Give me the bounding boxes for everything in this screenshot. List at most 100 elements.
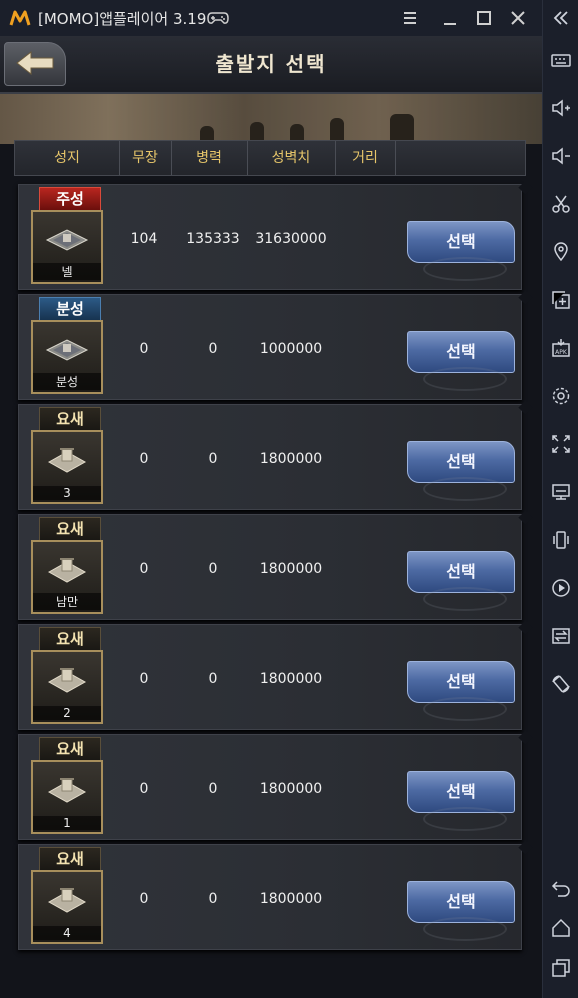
castle-name: 남만 [33,593,101,610]
rotate-icon[interactable] [551,674,571,694]
castle-thumbnail[interactable]: 넬 [31,210,103,284]
sync-icon[interactable] [551,626,571,646]
row-ornament [423,807,507,831]
fortress-icon [47,558,87,583]
close-icon[interactable] [506,6,530,30]
castle-type-badge: 주성 [39,187,101,211]
castle-thumbnail[interactable]: 2 [31,650,103,724]
header-bar: 출발지 선택 [0,36,542,94]
apk-icon[interactable]: APK [551,338,571,358]
row-ornament [423,697,507,721]
fortress-icon [47,888,87,913]
castle-thumbnail[interactable]: 3 [31,430,103,504]
emulator-sidebar: APK [542,0,578,998]
col-troops: 병력 [171,141,248,175]
row-ornament [423,477,507,501]
volume-up-icon[interactable] [551,98,571,118]
fortress-icon [47,668,87,693]
svg-text:APK: APK [555,349,568,356]
troops-value: 0 [208,671,218,687]
row-ornament [423,367,507,391]
troops-value: 135333 [186,231,240,247]
castle-type-badge: 요새 [39,847,101,871]
record-icon[interactable] [551,578,571,598]
back-icon[interactable] [551,878,571,898]
generals-value: 0 [139,671,149,687]
castle-name: 1 [33,816,101,830]
generals-value: 0 [139,891,149,907]
troops-value: 0 [208,891,218,907]
maximize-icon[interactable] [472,6,496,30]
castle-row: 분성 분성 0 0 1000000 선택 [18,294,522,400]
wall-value: 1800000 [259,891,323,907]
double-chevron-left-icon[interactable] [551,8,571,28]
troops-value: 0 [208,781,218,797]
generals-value: 104 [130,231,158,247]
wall-value: 1800000 [259,451,323,467]
add-window-icon[interactable] [551,290,571,310]
castle-type-badge: 요새 [39,407,101,431]
troops-value: 0 [208,561,218,577]
castle-list: 주성 넬 104 135333 31630000 선택 분성 분성 0 0 10… [14,180,524,952]
castle-thumbnail[interactable]: 남만 [31,540,103,614]
castle-name: 4 [33,926,101,940]
row-ornament [423,917,507,941]
fullscreen-icon[interactable] [551,434,571,454]
row-ornament [423,587,507,611]
minimize-icon[interactable] [438,6,462,30]
castle-row: 요새 남만 0 0 1800000 선택 [18,514,522,620]
scissors-icon[interactable] [551,194,571,214]
castle-type-badge: 요새 [39,517,101,541]
page-title: 출발지 선택 [215,52,327,76]
castle-icon [45,339,89,361]
generals-value: 0 [139,561,149,577]
castle-icon [45,229,89,251]
home-icon[interactable] [551,918,571,938]
col-castle: 성지 [15,141,120,175]
castle-row: 주성 넬 104 135333 31630000 선택 [18,184,522,290]
shake-icon[interactable] [551,530,571,550]
castle-name: 넬 [33,263,101,280]
castle-thumbnail[interactable]: 4 [31,870,103,944]
volume-down-icon[interactable] [551,146,571,166]
wall-value: 1800000 [259,671,323,687]
menu-icon[interactable] [398,6,422,30]
settings-icon[interactable] [551,386,571,406]
castle-row: 요새 1 0 0 1800000 선택 [18,734,522,840]
app-title: [MOMO]앱플레이어 3.19 [38,10,207,28]
emulator-titlebar: [MOMO]앱플레이어 3.19 [0,0,578,36]
generals-value: 0 [139,341,149,357]
generals-value: 0 [139,781,149,797]
location-icon[interactable] [551,242,571,262]
castle-name: 2 [33,706,101,720]
keyboard-icon[interactable] [551,50,571,70]
castle-name: 3 [33,486,101,500]
troops-value: 0 [208,451,218,467]
gamepad-icon[interactable] [207,9,229,27]
recent-apps-icon[interactable] [551,958,571,978]
castle-thumbnail[interactable]: 1 [31,760,103,834]
battle-banner-image [0,94,542,144]
castle-type-badge: 요새 [39,627,101,651]
row-ornament [423,257,507,281]
castle-type-badge: 요새 [39,737,101,761]
wall-value: 1800000 [259,561,323,577]
momo-logo-icon [9,10,31,26]
generals-value: 0 [139,451,149,467]
screen-icon[interactable] [551,482,571,502]
fortress-icon [47,448,87,473]
wall-value: 31630000 [255,231,327,247]
castle-name: 분성 [33,373,101,390]
fortress-icon [47,778,87,803]
castle-row: 요새 4 0 0 1800000 선택 [18,844,522,950]
col-wall: 성벽치 [247,141,336,175]
troops-value: 0 [208,341,218,357]
wall-value: 1000000 [259,341,323,357]
castle-thumbnail[interactable]: 분성 [31,320,103,394]
col-distance: 거리 [335,141,396,175]
wall-value: 1800000 [259,781,323,797]
col-generals: 무장 [119,141,172,175]
game-screen: 출발지 선택 성지 무장 병력 성벽치 거리 주성 넬 104 135333 3… [0,36,542,998]
column-header: 성지 무장 병력 성벽치 거리 [14,140,526,176]
castle-type-badge: 분성 [39,297,101,321]
